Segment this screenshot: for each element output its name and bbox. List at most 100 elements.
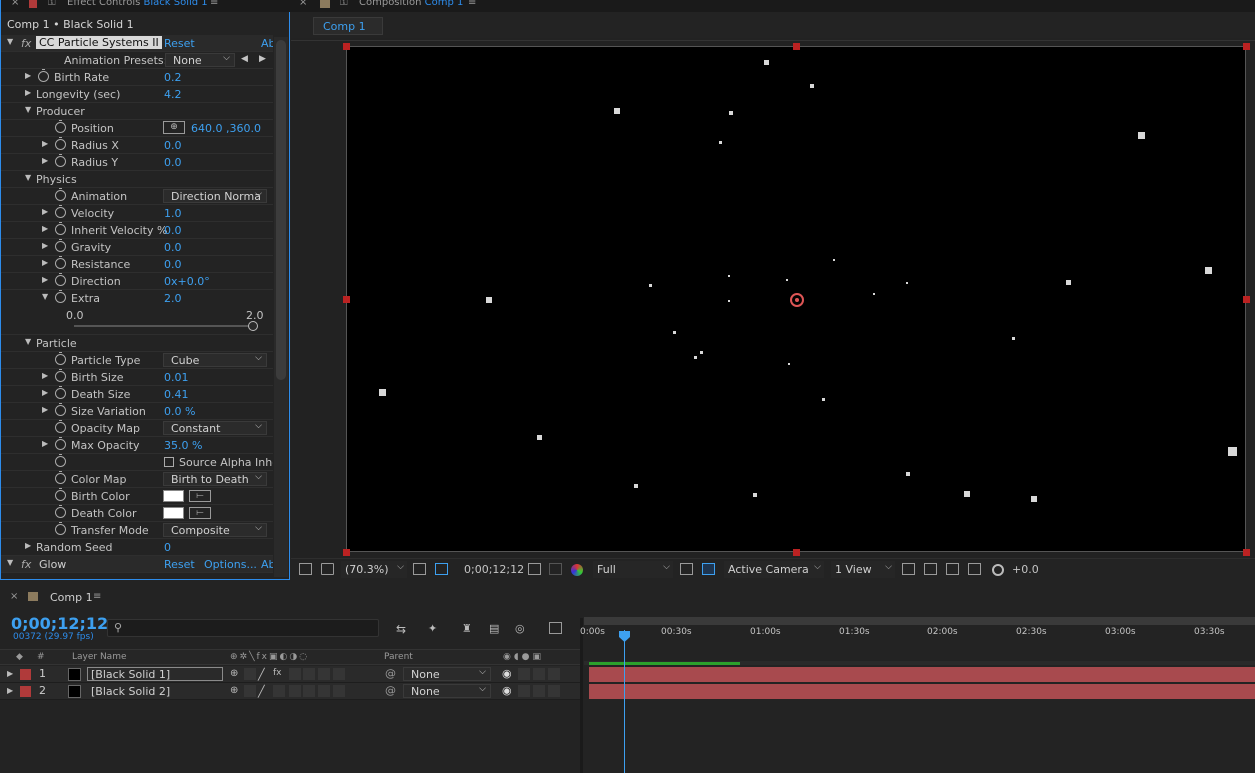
camera-view-dropdown[interactable]: Active Camera ⌵	[724, 561, 824, 578]
close-icon[interactable]: ×	[10, 591, 18, 602]
comp-flowchart-tab[interactable]: Comp 1	[313, 17, 383, 35]
presets-dropdown[interactable]: None ⌵	[165, 53, 235, 67]
effect-header-particle-systems[interactable]: ▼ fx CC Particle Systems II Reset Ab	[1, 35, 273, 52]
preset-next-icon[interactable]: ▶	[259, 54, 266, 64]
expand-triangle-icon[interactable]: ▶	[42, 275, 48, 284]
switch-cell[interactable]	[333, 668, 345, 680]
inherit-velocity-value[interactable]: 0.0	[164, 224, 182, 237]
bounding-handle[interactable]	[343, 43, 350, 50]
quality-switch[interactable]	[244, 685, 256, 697]
switch-cell[interactable]	[289, 685, 301, 697]
stopwatch-icon[interactable]	[55, 205, 66, 218]
close-icon[interactable]: ×	[299, 0, 307, 8]
bounding-handle[interactable]	[1243, 549, 1250, 556]
quality-switch[interactable]	[244, 668, 256, 680]
stopwatch-icon[interactable]	[55, 120, 66, 133]
radius-x-value[interactable]: 0.0	[164, 139, 182, 152]
stopwatch-icon[interactable]	[55, 471, 66, 484]
eye-icon[interactable]: ◉	[502, 667, 512, 680]
size-variation-value[interactable]: 0.0 %	[164, 405, 195, 418]
collapse-triangle-icon[interactable]: ▼	[42, 292, 48, 301]
toggle-pixel-aspect-icon[interactable]	[902, 563, 915, 575]
layer-bar-1[interactable]	[589, 667, 1255, 682]
effect-name[interactable]: CC Particle Systems II	[36, 36, 162, 49]
solo-switch[interactable]	[533, 668, 545, 680]
radius-y-value[interactable]: 0.0	[164, 156, 182, 169]
view-layout-dropdown[interactable]: 1 View ⌵	[831, 561, 895, 578]
velocity-value[interactable]: 1.0	[164, 207, 182, 220]
fx-icon[interactable]: fx	[21, 558, 31, 571]
collapse-switch-icon[interactable]: ⊕	[230, 668, 242, 680]
safe-zones-icon[interactable]	[413, 563, 426, 575]
layer-bar-2[interactable]	[589, 684, 1255, 699]
fx-switch[interactable]	[273, 685, 285, 697]
stopwatch-icon[interactable]	[55, 420, 66, 433]
reset-exposure-icon[interactable]	[992, 564, 1004, 576]
death-color-swatch[interactable]	[163, 507, 184, 519]
birth-color-swatch[interactable]	[163, 490, 184, 502]
bounding-handle[interactable]	[793, 549, 800, 556]
resolution-dropdown[interactable]: Full ⌵	[593, 561, 673, 578]
resistance-value[interactable]: 0.0	[164, 258, 182, 271]
stopwatch-icon[interactable]	[55, 522, 66, 535]
switch-cell[interactable]	[289, 668, 301, 680]
parent-dropdown[interactable]: None ⌵	[403, 684, 491, 698]
crosshair-icon[interactable]: ⊕	[163, 121, 185, 134]
lock-icon[interactable]: ⚿	[340, 0, 348, 8]
panel-menu-icon[interactable]: ≡	[468, 0, 476, 8]
expand-triangle-icon[interactable]: ▶	[42, 405, 48, 414]
expand-triangle-icon[interactable]: ▶	[42, 241, 48, 250]
bounding-handle[interactable]	[343, 549, 350, 556]
draft-3d-icon[interactable]: ✦	[428, 622, 441, 635]
show-snapshot-icon[interactable]	[549, 563, 562, 575]
position-value[interactable]: 640.0 ,360.0	[191, 122, 261, 135]
composition-tab[interactable]: Composition Comp 1	[359, 0, 463, 8]
pick-whip-icon[interactable]: @	[385, 667, 396, 680]
frame-blending-icon[interactable]: ▤	[489, 622, 502, 635]
options-button[interactable]: Options...	[204, 558, 257, 571]
effect-controls-tab[interactable]: Effect Controls Black Solid 1	[67, 0, 208, 8]
solo-switch[interactable]	[533, 685, 545, 697]
expand-triangle-icon[interactable]: ▶	[42, 439, 48, 448]
transparency-grid-icon[interactable]	[702, 563, 715, 575]
column-layer-name[interactable]: Layer Name	[72, 652, 127, 662]
audio-switch[interactable]	[518, 685, 530, 697]
stopwatch-icon[interactable]	[55, 256, 66, 269]
about-button[interactable]: Ab	[261, 37, 273, 50]
collapse-triangle-icon[interactable]: ▼	[25, 105, 31, 114]
max-opacity-value[interactable]: 35.0 %	[164, 439, 202, 452]
expand-triangle-icon[interactable]: ▶	[25, 71, 31, 80]
effect-header-glow[interactable]: ▼ fx Glow Reset Options... Ab	[1, 556, 273, 573]
layer-name[interactable]: [Black Solid 2]	[87, 684, 223, 698]
layer-name[interactable]: [Black Solid 1]	[87, 667, 223, 681]
layer-search-input[interactable]: ⚲	[107, 619, 379, 637]
layer-row-2[interactable]: ▶ 2 [Black Solid 2] ⊕ ╱ @ None ⌵ ◉	[0, 683, 580, 700]
shy-layers-icon[interactable]: ♜	[462, 622, 475, 635]
producer-position-icon[interactable]	[790, 293, 804, 307]
stopwatch-icon[interactable]	[55, 454, 66, 467]
color-channels-icon[interactable]	[571, 564, 583, 576]
source-alpha-checkbox[interactable]	[164, 457, 174, 467]
transfer-mode-dropdown[interactable]: Composite ⌵	[163, 523, 267, 537]
collapse-triangle-icon[interactable]: ▼	[25, 173, 31, 182]
expand-triangle-icon[interactable]: ▶	[7, 686, 13, 695]
stopwatch-icon[interactable]	[55, 273, 66, 286]
mask-visibility-icon[interactable]	[435, 563, 448, 575]
color-map-dropdown[interactable]: Birth to Death ⌵	[163, 472, 267, 486]
composition-mini-flowchart-icon[interactable]: ⇆	[396, 622, 409, 636]
collapse-triangle-icon[interactable]: ▼	[7, 37, 13, 46]
reset-button[interactable]: Reset	[164, 558, 195, 571]
current-time-display[interactable]: 0;00;12;12	[464, 563, 524, 576]
birth-size-value[interactable]: 0.01	[164, 371, 189, 384]
collapse-triangle-icon[interactable]: ▼	[7, 558, 13, 567]
expand-triangle-icon[interactable]: ▶	[25, 541, 31, 550]
expand-triangle-icon[interactable]: ▶	[42, 139, 48, 148]
switch-cell[interactable]	[318, 685, 330, 697]
reset-button[interactable]: Reset	[164, 37, 195, 50]
fx-icon[interactable]: fx	[21, 37, 31, 50]
timeline-icon[interactable]	[946, 563, 959, 575]
birth-rate-value[interactable]: 0.2	[164, 71, 182, 84]
stopwatch-icon[interactable]	[55, 505, 66, 518]
timeline-tab[interactable]: Comp 1	[50, 591, 93, 604]
quality-icon[interactable]: ╱	[258, 685, 270, 698]
